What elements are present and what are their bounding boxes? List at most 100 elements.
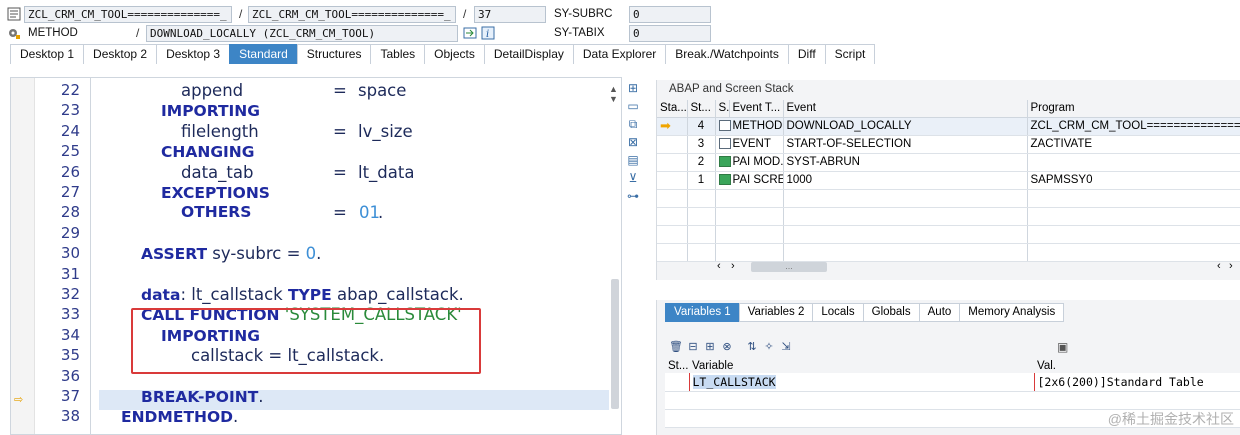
delete-row-icon[interactable]: ⊗ xyxy=(720,340,734,354)
editor-scroll-thumb[interactable] xyxy=(611,279,619,409)
variable-value[interactable]: [2x6(200)]Standard Table xyxy=(1033,373,1240,392)
stack-col-header[interactable]: Sta... xyxy=(657,100,688,118)
sysvar-value[interactable]: 0 xyxy=(629,6,711,23)
code-line[interactable]: 31 xyxy=(11,264,611,285)
code-line[interactable]: 22 append = space xyxy=(11,80,611,101)
line-number: 32 xyxy=(60,285,80,303)
split-window-icon[interactable]: ▤ xyxy=(625,152,641,168)
watermark: @稀土掘金技术社区 xyxy=(1107,411,1234,427)
include-field[interactable]: ZCL_CRM_CM_TOOL==============_ xyxy=(248,6,456,23)
code-line[interactable]: 23 IMPORTING xyxy=(11,100,611,121)
editor-scrollbar[interactable]: ▲ ▼ xyxy=(609,84,619,424)
tab-tables[interactable]: Tables xyxy=(370,44,426,64)
source-code-editor[interactable]: ⇨ 22 append = space 23 IMPORTING 24 filelength =… xyxy=(10,77,622,435)
code-line[interactable]: 32 data: lt_callstack TYPE abap_callstack… xyxy=(11,284,611,305)
stack-row[interactable]: 3 EVENT START-OF-SELECTION ZACTIVATE xyxy=(657,135,1240,154)
code-token: = xyxy=(333,162,347,182)
code-line[interactable]: 24 filelength = lv_size xyxy=(11,121,611,142)
tab-detaildisplay[interactable]: DetailDisplay xyxy=(483,44,574,64)
line-number: 34 xyxy=(60,325,80,344)
code-token: lt_callstack xyxy=(191,285,283,304)
tab-standard[interactable]: Standard xyxy=(229,44,298,64)
scroll-left-icon[interactable]: ‹ xyxy=(717,261,721,272)
navigate-icon[interactable] xyxy=(463,26,477,40)
stack-row[interactable]: ➡ 4 METHOD DOWNLOAD_LOCALLY ZCL_CRM_CM_TOOL=… xyxy=(657,117,1240,136)
stack-hscroll-thumb[interactable]: … xyxy=(751,262,827,272)
scroll-down-icon[interactable]: ▼ xyxy=(609,94,618,104)
info-row-program: ZCL_CRM_CM_TOOL==============_ / ZCL_CRM… xyxy=(0,6,1240,24)
sysvar-value[interactable]: 0 xyxy=(629,25,711,42)
code-text: IMPORTING xyxy=(161,100,260,122)
new-document-icon[interactable]: ▭ xyxy=(625,98,641,114)
program-name: ZACTIVATE xyxy=(1027,135,1240,154)
current-arrow-icon: ➡ xyxy=(660,118,671,133)
code-line[interactable]: 26 data_tab = lt_data xyxy=(11,162,611,183)
code-line[interactable]: 30 ASSERT sy-subrc = 0. xyxy=(11,243,611,264)
line-number: 28 xyxy=(60,203,80,222)
stack-col-header[interactable]: S.. xyxy=(715,100,730,118)
append-row-icon[interactable]: ⊞ xyxy=(703,340,717,354)
stack-row[interactable]: 2 PAI MOD.. SYST-ABRUN xyxy=(657,153,1240,172)
variables-col-header[interactable]: Variable xyxy=(689,358,1034,373)
tab-desktop-2[interactable]: Desktop 2 xyxy=(83,44,158,64)
tab-desktop-3[interactable]: Desktop 3 xyxy=(156,44,231,64)
code-line[interactable]: 38 ENDMETHOD. xyxy=(11,406,611,427)
separator: / xyxy=(239,7,243,21)
info-icon[interactable]: i xyxy=(481,26,495,40)
code-line[interactable]: 37 BREAK-POINT. xyxy=(11,386,611,407)
tab-diff[interactable]: Diff xyxy=(787,44,826,64)
stack-col-header[interactable]: Event xyxy=(783,100,1028,118)
stack-col-header[interactable]: St... xyxy=(687,100,716,118)
tab-auto[interactable]: Auto xyxy=(918,303,961,322)
tab-objects[interactable]: Objects xyxy=(424,44,485,64)
save-icon[interactable]: ▣ xyxy=(1057,340,1068,354)
stack-col-header[interactable]: Event T... xyxy=(729,100,784,118)
sort-icon[interactable]: ⇅ xyxy=(745,340,759,354)
scroll-right-icon[interactable]: › xyxy=(1229,261,1233,272)
code-line[interactable]: 28 OTHERS = 01. xyxy=(11,202,611,223)
method-field[interactable]: DOWNLOAD_LOCALLY (ZCL_CRM_CM_TOOL) xyxy=(146,25,458,42)
tab-memory-analysis[interactable]: Memory Analysis xyxy=(959,303,1065,322)
find-icon[interactable]: ✧ xyxy=(762,340,776,354)
code-token: = xyxy=(333,203,347,223)
variables-col-header[interactable]: Val. xyxy=(1034,358,1240,373)
variable-row[interactable]: LT_CALLSTACK [2x6(200)]Standard Table xyxy=(665,373,1240,392)
insert-row-icon[interactable]: ⊟ xyxy=(686,340,700,354)
close-box-icon[interactable]: ⊠ xyxy=(625,134,641,150)
stack-hscroll-right[interactable]: ‹ › xyxy=(1217,261,1240,273)
tab-variables-1[interactable]: Variables 1 xyxy=(665,303,740,322)
scroll-left-icon[interactable]: ‹ xyxy=(1217,261,1221,272)
tab-script[interactable]: Script xyxy=(824,44,876,64)
stack-col-header[interactable]: Program xyxy=(1027,100,1240,118)
event-type: EVENT xyxy=(732,138,771,150)
tab-data-explorer[interactable]: Data Explorer xyxy=(572,44,667,64)
scroll-right-icon[interactable]: › xyxy=(731,261,735,272)
scroll-up-icon[interactable]: ▲ xyxy=(609,84,618,94)
code-line[interactable]: 29 xyxy=(11,223,611,244)
stack-row[interactable]: 1 PAI SCRE..1000SAPMSSY0 xyxy=(657,171,1240,190)
tab-desktop-1[interactable]: Desktop 1 xyxy=(10,44,85,64)
main-program-field[interactable]: ZCL_CRM_CM_TOOL==============_ xyxy=(24,6,232,23)
tab-locals[interactable]: Locals xyxy=(812,303,864,322)
export-icon[interactable]: ⇲ xyxy=(779,340,793,354)
hierarchy-icon[interactable]: ⊻ xyxy=(625,170,641,186)
code-text: BREAK-POINT. xyxy=(141,386,264,408)
copy-icon[interactable]: ⧉ xyxy=(625,116,641,132)
tab-globals[interactable]: Globals xyxy=(862,303,920,322)
variables-icon[interactable]: ⊞ xyxy=(625,80,641,96)
code-line[interactable]: 27 EXCEPTIONS xyxy=(11,182,611,203)
stack-hscroll[interactable]: ‹ › … xyxy=(717,261,857,273)
abap-stack-panel: ABAP and Screen Stack Sta...St...S..Even… xyxy=(656,80,1240,280)
tab-structures[interactable]: Structures xyxy=(296,44,372,64)
sysvar-label: SY-TABIX xyxy=(554,27,605,39)
line-number-field[interactable]: 37 xyxy=(474,6,546,23)
stack-icon-cell: PAI MOD.. xyxy=(715,153,784,172)
variable-name-input[interactable]: LT_CALLSTACK xyxy=(688,373,1034,392)
tab-variables-2[interactable]: Variables 2 xyxy=(738,303,814,322)
program-icon xyxy=(718,138,731,149)
code-line[interactable]: 25 CHANGING xyxy=(11,141,611,162)
trash-icon[interactable]: 🗑 xyxy=(669,340,683,354)
variables-col-header[interactable]: St... xyxy=(665,358,689,373)
layout-icon[interactable]: ⊶ xyxy=(625,188,641,204)
tab-break-watchpoints[interactable]: Break./Watchpoints xyxy=(665,44,789,64)
